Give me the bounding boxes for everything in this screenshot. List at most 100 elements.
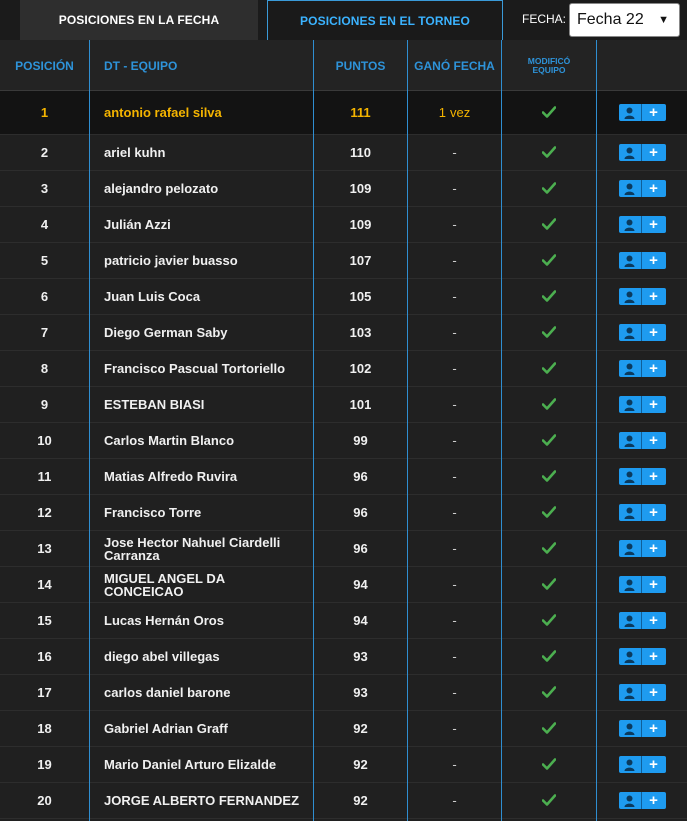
team-name[interactable]: Francisco Pascual Tortoriello: [104, 351, 304, 386]
table-row[interactable]: 13 Jose Hector Nahuel Ciardelli Carranza 9…: [0, 531, 687, 567]
user-icon[interactable]: [618, 756, 642, 773]
follow-add-button[interactable]: +: [618, 504, 666, 521]
plus-icon[interactable]: +: [641, 720, 666, 737]
plus-icon[interactable]: +: [641, 504, 666, 521]
team-name[interactable]: diego abel villegas: [104, 639, 304, 674]
team-name[interactable]: JORGE ALBERTO FERNANDEZ: [104, 783, 304, 818]
plus-icon[interactable]: +: [641, 648, 666, 665]
user-icon[interactable]: [618, 324, 642, 341]
plus-icon[interactable]: +: [641, 540, 666, 557]
plus-icon[interactable]: +: [641, 684, 666, 701]
follow-add-button[interactable]: +: [618, 792, 666, 809]
header-position[interactable]: POSICIÓN: [0, 40, 89, 91]
table-row[interactable]: 9 ESTEBAN BIASI 101 - +: [0, 387, 687, 423]
follow-add-button[interactable]: +: [618, 612, 666, 629]
team-name[interactable]: Jose Hector Nahuel Ciardelli Carranza: [104, 531, 304, 566]
user-icon[interactable]: [618, 216, 642, 233]
follow-add-button[interactable]: +: [618, 540, 666, 557]
follow-add-button[interactable]: +: [618, 432, 666, 449]
user-icon[interactable]: [618, 144, 642, 161]
plus-icon[interactable]: +: [641, 360, 666, 377]
tab-positions-tournament[interactable]: POSICIONES EN EL TORNEO: [267, 0, 503, 40]
team-name[interactable]: antonio rafael silva: [104, 91, 304, 134]
plus-icon[interactable]: +: [641, 468, 666, 485]
team-name[interactable]: MIGUEL ANGEL DA CONCEICAO: [104, 567, 304, 602]
team-name[interactable]: ariel kuhn: [104, 135, 304, 170]
tab-positions-date[interactable]: POSICIONES EN LA FECHA: [20, 0, 258, 40]
follow-add-button[interactable]: +: [618, 360, 666, 377]
table-row[interactable]: 8 Francisco Pascual Tortoriello 102 - +: [0, 351, 687, 387]
follow-add-button[interactable]: +: [618, 468, 666, 485]
table-row[interactable]: 7 Diego German Saby 103 - +: [0, 315, 687, 351]
table-row[interactable]: 10 Carlos Martin Blanco 99 - +: [0, 423, 687, 459]
team-name[interactable]: Mario Daniel Arturo Elizalde: [104, 747, 304, 782]
follow-add-button[interactable]: +: [618, 396, 666, 413]
header-modified[interactable]: MODIFICÓ EQUIPO: [502, 40, 596, 91]
table-row[interactable]: 5 patricio javier buasso 107 - +: [0, 243, 687, 279]
team-name[interactable]: Gabriel Adrian Graff: [104, 711, 304, 746]
team-name[interactable]: Francisco Torre: [104, 495, 304, 530]
team-name[interactable]: ESTEBAN BIASI: [104, 387, 304, 422]
team-name[interactable]: Diego German Saby: [104, 315, 304, 350]
plus-icon[interactable]: +: [641, 216, 666, 233]
table-row[interactable]: 4 Julián Azzi 109 - +: [0, 207, 687, 243]
plus-icon[interactable]: +: [641, 576, 666, 593]
user-icon[interactable]: [618, 180, 642, 197]
plus-icon[interactable]: +: [641, 792, 666, 809]
team-name[interactable]: patricio javier buasso: [104, 243, 304, 278]
table-row[interactable]: 17 carlos daniel barone 93 - +: [0, 675, 687, 711]
team-name[interactable]: Juan Luis Coca: [104, 279, 304, 314]
table-row[interactable]: 3 alejandro pelozato 109 - +: [0, 171, 687, 207]
plus-icon[interactable]: +: [641, 756, 666, 773]
plus-icon[interactable]: +: [641, 104, 666, 121]
follow-add-button[interactable]: +: [618, 288, 666, 305]
user-icon[interactable]: [618, 576, 642, 593]
table-row[interactable]: 20 JORGE ALBERTO FERNANDEZ 92 - +: [0, 783, 687, 819]
team-name[interactable]: Lucas Hernán Oros: [104, 603, 304, 638]
table-row[interactable]: 18 Gabriel Adrian Graff 92 - +: [0, 711, 687, 747]
user-icon[interactable]: [618, 792, 642, 809]
table-row[interactable]: 2 ariel kuhn 110 - +: [0, 135, 687, 171]
follow-add-button[interactable]: +: [618, 144, 666, 161]
team-name[interactable]: Matias Alfredo Ruvira: [104, 459, 304, 494]
plus-icon[interactable]: +: [641, 288, 666, 305]
user-icon[interactable]: [618, 684, 642, 701]
user-icon[interactable]: [618, 432, 642, 449]
follow-add-button[interactable]: +: [618, 252, 666, 269]
plus-icon[interactable]: +: [641, 144, 666, 161]
table-row[interactable]: 6 Juan Luis Coca 105 - +: [0, 279, 687, 315]
table-row[interactable]: 16 diego abel villegas 93 - +: [0, 639, 687, 675]
follow-add-button[interactable]: +: [618, 648, 666, 665]
user-icon[interactable]: [618, 104, 642, 121]
plus-icon[interactable]: +: [641, 324, 666, 341]
user-icon[interactable]: [618, 540, 642, 557]
header-won[interactable]: GANÓ FECHA: [408, 40, 501, 91]
table-row[interactable]: 1 antonio rafael silva 111 1 vez +: [0, 91, 687, 135]
table-row[interactable]: 12 Francisco Torre 96 - +: [0, 495, 687, 531]
user-icon[interactable]: [618, 504, 642, 521]
table-row[interactable]: 11 Matias Alfredo Ruvira 96 - +: [0, 459, 687, 495]
follow-add-button[interactable]: +: [618, 216, 666, 233]
follow-add-button[interactable]: +: [618, 756, 666, 773]
header-points[interactable]: PUNTOS: [314, 40, 407, 91]
table-row[interactable]: 14 MIGUEL ANGEL DA CONCEICAO 94 - +: [0, 567, 687, 603]
follow-add-button[interactable]: +: [618, 180, 666, 197]
follow-add-button[interactable]: +: [618, 684, 666, 701]
user-icon[interactable]: [618, 252, 642, 269]
plus-icon[interactable]: +: [641, 180, 666, 197]
user-icon[interactable]: [618, 288, 642, 305]
table-row[interactable]: 15 Lucas Hernán Oros 94 - +: [0, 603, 687, 639]
plus-icon[interactable]: +: [641, 612, 666, 629]
team-name[interactable]: Julián Azzi: [104, 207, 304, 242]
follow-add-button[interactable]: +: [618, 720, 666, 737]
table-row[interactable]: 19 Mario Daniel Arturo Elizalde 92 - +: [0, 747, 687, 783]
user-icon[interactable]: [618, 720, 642, 737]
plus-icon[interactable]: +: [641, 396, 666, 413]
team-name[interactable]: carlos daniel barone: [104, 675, 304, 710]
follow-add-button[interactable]: +: [618, 576, 666, 593]
user-icon[interactable]: [618, 612, 642, 629]
header-team[interactable]: DT - EQUIPO: [104, 40, 304, 91]
user-icon[interactable]: [618, 468, 642, 485]
plus-icon[interactable]: +: [641, 252, 666, 269]
user-icon[interactable]: [618, 360, 642, 377]
